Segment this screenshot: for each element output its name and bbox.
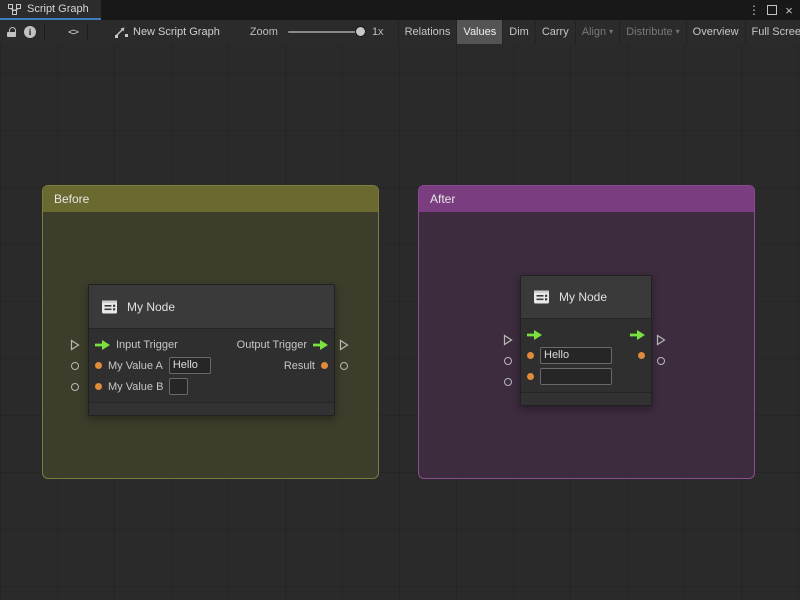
my-value-a-label: My Value A	[108, 360, 163, 372]
node-icon	[101, 299, 118, 315]
flow-input-port-icon[interactable]	[527, 330, 542, 340]
flow-port-outline-icon[interactable]	[656, 333, 666, 351]
tab-title: Script Graph	[27, 3, 89, 15]
value-port-outline-icon[interactable]	[504, 378, 512, 386]
flow-output-port-icon[interactable]	[630, 330, 645, 340]
carry-button[interactable]: Carry	[535, 20, 575, 44]
value-port-outline-icon[interactable]	[71, 383, 79, 391]
values-label: Values	[463, 26, 496, 38]
node-icon	[533, 289, 550, 305]
fullscreen-label: Full Screen	[752, 26, 800, 38]
value-output-port-icon[interactable]	[638, 352, 645, 359]
zoom-slider[interactable]	[288, 20, 366, 44]
tab-script-graph[interactable]: Script Graph	[0, 0, 101, 20]
node-title: My Node	[127, 300, 175, 314]
script-graph-tab-icon	[8, 4, 21, 15]
graph-asset-icon	[115, 26, 128, 38]
lock-icon[interactable]	[3, 20, 21, 44]
flow-output-port-icon[interactable]	[313, 340, 328, 350]
my-value-b-input[interactable]	[540, 368, 612, 385]
my-value-b-label: My Value B	[108, 381, 163, 393]
distribute-button[interactable]: Distribute ▾	[619, 20, 685, 44]
flow-port-outline-icon[interactable]	[503, 333, 513, 351]
node-header[interactable]: My Node	[89, 285, 334, 329]
value-input-port-icon[interactable]	[95, 362, 102, 369]
chevron-down-icon: ▾	[609, 28, 613, 36]
value-port-outline-icon[interactable]	[504, 357, 512, 365]
group-before-title: Before	[54, 192, 89, 206]
close-icon[interactable]: ×	[781, 0, 797, 20]
node-header[interactable]: My Node	[521, 276, 651, 319]
flow-input-port-icon[interactable]	[95, 340, 110, 350]
input-trigger-label: Input Trigger	[116, 339, 178, 351]
graph-name-button[interactable]: New Script Graph	[115, 26, 220, 38]
graph-canvas[interactable]: Before After My Node	[0, 44, 800, 600]
port-row-value-b	[521, 366, 651, 387]
align-button[interactable]: Align ▾	[575, 20, 619, 44]
node-my-node-after[interactable]: My Node	[520, 275, 652, 406]
group-before-header[interactable]: Before	[43, 186, 378, 212]
value-input-port-icon[interactable]	[527, 373, 534, 380]
graph-toolbar: i <> New Script Graph Zoom 1x Relations …	[0, 20, 800, 45]
relations-button[interactable]: Relations	[398, 20, 457, 44]
fullscreen-button[interactable]: Full Screen	[745, 20, 800, 44]
node-ports	[521, 319, 651, 392]
zoom-label: Zoom	[250, 26, 278, 38]
value-port-outline-icon[interactable]	[657, 357, 665, 365]
maximize-glyph	[767, 5, 777, 15]
node-title: My Node	[559, 290, 607, 304]
port-row-value-a	[521, 345, 651, 366]
group-after-title: After	[430, 192, 455, 206]
toolbar-separator	[87, 24, 88, 40]
lock-glyph	[7, 27, 17, 37]
zoom-slider-knob[interactable]	[355, 26, 366, 37]
info-glyph: i	[24, 26, 36, 38]
relations-label: Relations	[405, 26, 451, 38]
output-trigger-label: Output Trigger	[237, 339, 307, 351]
port-row-triggers	[521, 324, 651, 345]
my-value-a-input[interactable]	[540, 347, 612, 364]
value-output-port-icon[interactable]	[321, 362, 328, 369]
flow-port-outline-icon[interactable]	[339, 338, 349, 356]
my-value-b-input[interactable]	[169, 378, 188, 395]
align-label: Align	[582, 26, 606, 38]
node-footer	[521, 392, 651, 405]
port-row-value-a: My Value A Result	[89, 355, 334, 376]
value-port-outline-icon[interactable]	[71, 362, 79, 370]
tab-bar: Script Graph ⋮ ×	[0, 0, 800, 21]
values-button[interactable]: Values	[456, 20, 502, 44]
node-ports: Input Trigger Output Trigger My Value A …	[89, 329, 334, 402]
port-row-triggers: Input Trigger Output Trigger	[89, 334, 334, 355]
code-icon[interactable]: <>	[64, 20, 82, 44]
distribute-label: Distribute	[626, 26, 672, 38]
overview-button[interactable]: Overview	[686, 20, 745, 44]
maximize-icon[interactable]	[764, 0, 780, 20]
group-after-header[interactable]: After	[419, 186, 754, 212]
node-footer	[89, 402, 334, 415]
dim-button[interactable]: Dim	[502, 20, 535, 44]
graph-name-label: New Script Graph	[133, 26, 220, 38]
value-input-port-icon[interactable]	[527, 352, 534, 359]
port-row-value-b: My Value B	[89, 376, 334, 397]
value-port-outline-icon[interactable]	[340, 362, 348, 370]
overview-label: Overview	[693, 26, 739, 38]
toolbar-separator	[44, 24, 45, 40]
my-value-a-input[interactable]	[169, 357, 211, 374]
flow-port-outline-icon[interactable]	[70, 338, 80, 356]
script-graph-window: { "tab_bar": { "title": "Script Graph" }…	[0, 0, 800, 600]
dim-label: Dim	[509, 26, 529, 38]
zoom-value: 1x	[372, 26, 384, 38]
carry-label: Carry	[542, 26, 569, 38]
info-icon[interactable]: i	[21, 20, 39, 44]
node-my-node-before[interactable]: My Node Input Trigger Output Trigger	[88, 284, 335, 416]
result-label: Result	[284, 360, 315, 372]
value-input-port-icon[interactable]	[95, 383, 102, 390]
chevron-down-icon: ▾	[676, 28, 680, 36]
toolbar-buttons: Relations Values Dim Carry Align ▾ Distr…	[398, 20, 800, 44]
kebab-menu-icon[interactable]: ⋮	[746, 0, 762, 20]
